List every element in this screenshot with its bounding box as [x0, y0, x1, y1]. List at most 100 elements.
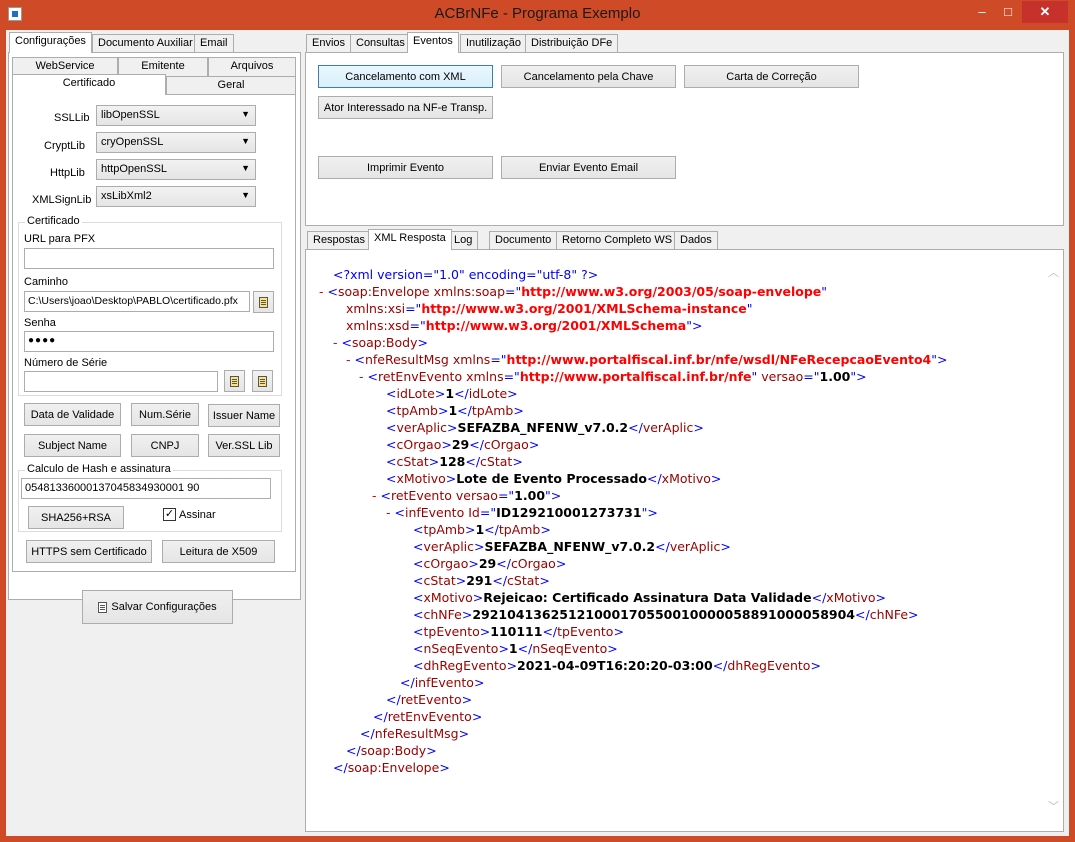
xmlsignlib-value: xsLibXml2 [101, 190, 152, 202]
select-cert-store-button[interactable] [252, 370, 273, 392]
tab-consultas[interactable]: Consultas [350, 34, 411, 53]
cancelamento-xml-button[interactable]: Cancelamento com XML [318, 65, 493, 88]
tab-inutilizacao[interactable]: Inutilização [460, 34, 528, 53]
httplib-select[interactable]: httpOpenSSL ▼ [96, 159, 256, 180]
xml-line-close-body: </soap:Body> [346, 743, 437, 758]
xml-line-e-xmotivo: <xMotivo>Rejeicao: Certificado Assinatur… [413, 590, 887, 605]
ssllib-value: libOpenSSL [101, 109, 160, 121]
ssllib-label: SSLLib [54, 112, 90, 124]
xml-line-close-envelope: </soap:Envelope> [333, 760, 450, 775]
cancelamento-chave-button[interactable]: Cancelamento pela Chave [501, 65, 676, 88]
xml-line-e-dhregevento: <dhRegEvento>2021-04-09T16:20:20-03:00</… [413, 658, 821, 673]
xml-line-e-tpevento: <tpEvento>110111</tpEvento> [413, 624, 624, 639]
ssllib-select[interactable]: libOpenSSL ▼ [96, 105, 256, 126]
tab-eventos[interactable]: Eventos [407, 32, 459, 53]
xmlsignlib-select[interactable]: xsLibXml2 ▼ [96, 186, 256, 207]
tab-distribuicao-dfe[interactable]: Distribuição DFe [525, 34, 619, 53]
assinar-label: Assinar [179, 509, 216, 521]
xml-line-tpamb: <tpAmb>1</tpAmb> [386, 403, 524, 418]
tab-certificado[interactable]: Certificado [12, 74, 166, 95]
xml-line-infevento: - <infEvento Id="ID129210001273731"> [386, 505, 658, 520]
cryptlib-select[interactable]: cryOpenSSL ▼ [96, 132, 256, 153]
document-icon [230, 375, 239, 387]
document-icon [259, 296, 268, 308]
numero-serie-input[interactable] [24, 371, 218, 392]
numero-serie-label: Número de Série [24, 357, 108, 369]
xml-line-retenvevento: - <retEnvEvento xmlns="http://www.portal… [359, 369, 867, 384]
data-validade-button[interactable]: Data de Validade [24, 403, 121, 426]
hash-group-label: Calculo de Hash e assinatura [25, 463, 173, 475]
tab-log[interactable]: Log [448, 231, 479, 250]
tab-email[interactable]: Email [194, 34, 234, 53]
salvar-configuracoes-button[interactable]: Salvar Configurações [82, 590, 233, 624]
tab-xml-resposta[interactable]: XML Resposta [368, 229, 452, 250]
tab-geral[interactable]: Geral [166, 76, 296, 95]
chevron-down-icon: ▼ [241, 136, 250, 146]
tab-respostas[interactable]: Respostas [307, 231, 371, 250]
xml-line-cstat: <cStat>128</cStat> [386, 454, 523, 469]
chevron-down-icon: ▼ [241, 163, 250, 173]
tab-retorno-completo-ws[interactable]: Retorno Completo WS [556, 231, 679, 250]
xml-line-e-veraplic: <verAplic>SEFAZBA_NFENW_v7.0.2</verAplic… [413, 539, 731, 554]
tab-arquivos[interactable]: Arquivos [208, 57, 296, 76]
sha256-rsa-button[interactable]: SHA256+RSA [28, 506, 124, 529]
cryptlib-value: cryOpenSSL [101, 136, 164, 148]
ator-interessado-button[interactable]: Ator Interessado na NF-e Transp. [318, 96, 493, 119]
xml-line-xsd: xmlns:xsd="http://www.w3.org/2001/XMLSch… [346, 318, 703, 333]
title-bar: ACBrNFe - Programa Exemplo – □ ✕ [0, 0, 1075, 30]
xml-line-e-tpamb: <tpAmb>1</tpAmb> [413, 522, 551, 537]
hash-input[interactable]: 05481336000137045834930001 90 [21, 478, 271, 499]
xml-line-e-cstat: <cStat>291</cStat> [413, 573, 550, 588]
browse-file-button[interactable] [253, 291, 274, 313]
assinar-checkbox[interactable]: ✓ [163, 508, 176, 521]
xml-declaration: <?xml version="1.0" encoding="utf-8" ?> [333, 267, 599, 282]
xml-line-nferesult: - <nfeResultMsg xmlns="http://www.portal… [346, 352, 948, 367]
xml-line-veraplic: <verAplic>SEFAZBA_NFENW_v7.0.2</verAplic… [386, 420, 704, 435]
tab-envios[interactable]: Envios [306, 34, 352, 53]
document-icon [258, 375, 267, 387]
https-sem-certificado-button[interactable]: HTTPS sem Certificado [26, 540, 152, 563]
save-settings-icon [98, 601, 108, 613]
httplib-value: httpOpenSSL [101, 163, 168, 175]
tab-documento[interactable]: Documento [489, 231, 558, 250]
xml-line-envelope: - <soap:Envelope xmlns:soap="http://www.… [319, 284, 828, 299]
minimize-button[interactable]: – [970, 1, 994, 23]
certificado-group-label: Certificado [25, 215, 82, 227]
enviar-evento-email-button[interactable]: Enviar Evento Email [501, 156, 676, 179]
tab-documento-auxiliar[interactable]: Documento Auxiliar [92, 34, 199, 53]
maximize-button[interactable]: □ [996, 1, 1020, 23]
url-pfx-label: URL para PFX [24, 233, 96, 245]
leitura-x509-button[interactable]: Leitura de X509 [162, 540, 275, 563]
caminho-input[interactable]: C:\Users\joao\Desktop\PABLO\certificado.… [24, 291, 250, 312]
ver-ssl-lib-button[interactable]: Ver.SSL Lib [208, 434, 280, 457]
senha-label: Senha [24, 317, 56, 329]
xml-line-e-nseqevento: <nSeqEvento>1</nSeqEvento> [413, 641, 618, 656]
scroll-up-icon[interactable]: ︿ [1048, 264, 1060, 279]
xml-line-retevento: - <retEvento versao="1.00"> [372, 488, 562, 503]
cnpj-button[interactable]: CNPJ [131, 434, 199, 457]
xml-line-e-chnfe: <chNFe>292104136251210001705500100000588… [413, 607, 919, 622]
xml-line-body: - <soap:Body> [333, 335, 428, 350]
close-button[interactable]: ✕ [1022, 1, 1068, 23]
subject-name-button[interactable]: Subject Name [24, 434, 121, 457]
xml-line-xsi: xmlns:xsi="http://www.w3.org/2001/XMLSch… [346, 301, 753, 316]
senha-input[interactable]: ●●●● [24, 331, 274, 352]
num-serie-button[interactable]: Num.Série [131, 403, 199, 426]
xml-line-close-nferesult: </nfeResultMsg> [360, 726, 470, 741]
select-cert-button[interactable] [224, 370, 245, 392]
scroll-down-icon[interactable]: ﹀ [1048, 798, 1060, 813]
carta-correcao-button[interactable]: Carta de Correção [684, 65, 859, 88]
url-pfx-input[interactable] [24, 248, 274, 269]
xml-line-close-retevento: </retEvento> [386, 692, 473, 707]
xml-line-corgao: <cOrgao>29</cOrgao> [386, 437, 540, 452]
issuer-name-button[interactable]: Issuer Name [208, 404, 280, 427]
tab-configuracoes[interactable]: Configurações [9, 32, 92, 53]
caminho-label: Caminho [24, 276, 69, 288]
imprimir-evento-button[interactable]: Imprimir Evento [318, 156, 493, 179]
window-title: ACBrNFe - Programa Exemplo [434, 5, 641, 22]
xml-line-e-corgao: <cOrgao>29</cOrgao> [413, 556, 567, 571]
xml-line-idlote: <idLote>1</idLote> [386, 386, 518, 401]
xml-line-close-infevento: </infEvento> [400, 675, 485, 690]
cryptlib-label: CryptLib [44, 140, 85, 152]
tab-dados[interactable]: Dados [674, 231, 718, 250]
